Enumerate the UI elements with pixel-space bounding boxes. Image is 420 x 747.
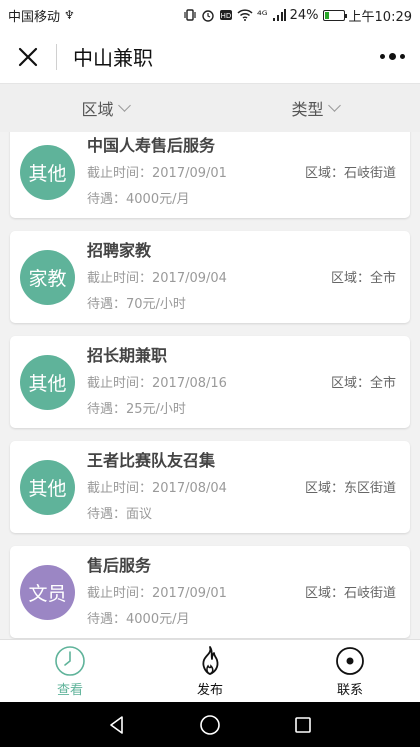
battery-icon	[322, 9, 347, 21]
area-filter-label: 区域	[81, 100, 114, 119]
job-deadline: 截止时间：2017/08/04	[87, 481, 227, 496]
page-title: 中山兼职	[73, 46, 153, 70]
job-deadline: 截止时间：2017/08/16	[87, 376, 227, 391]
home-circle-icon	[200, 714, 220, 735]
close-icon	[18, 47, 38, 66]
job-area: 区域：全市	[330, 376, 396, 391]
battery-fill	[324, 11, 329, 19]
title-divider	[56, 43, 57, 70]
job-card[interactable]: 家教 招聘家教 截止时间：2017/09/04 待遇：70元/小时 区域：全市	[10, 231, 410, 323]
svg-text:HD: HD	[221, 12, 232, 20]
tab-publish-label: 发布	[196, 682, 223, 698]
chevron-down-icon	[327, 99, 341, 112]
job-list[interactable]: 其他 中国人寿售后服务 截止时间：2017/09/01 待遇：4000元/月 区…	[0, 132, 420, 639]
tab-contact-label: 联系	[336, 682, 363, 698]
job-category-badge: 其他	[20, 355, 75, 410]
job-card[interactable]: 其他 招长期兼职 截止时间：2017/08/16 待遇：25元/小时 区域：全市	[10, 336, 410, 428]
usb-icon: ♆	[64, 8, 75, 22]
status-time: 上午10:29	[348, 9, 412, 25]
more-menu-button[interactable]	[364, 30, 420, 84]
job-category-badge: 文员	[20, 565, 75, 620]
job-deadline: 截止时间：2017/09/01	[87, 586, 227, 601]
wifi-icon	[237, 9, 253, 21]
carrier-name: 中国移动	[8, 9, 61, 25]
tab-contact[interactable]: 联系	[280, 640, 420, 702]
back-button[interactable]	[97, 705, 137, 745]
job-title: 王者比赛队友召集	[87, 451, 216, 470]
network-type: ⁴ᴳ	[256, 8, 268, 22]
job-salary: 待遇：面议	[87, 507, 153, 522]
job-list-inner: 其他 中国人寿售后服务 截止时间：2017/09/01 待遇：4000元/月 区…	[10, 132, 410, 639]
target-icon	[336, 646, 364, 675]
more-dot-icon	[399, 54, 405, 59]
recents-button[interactable]	[283, 705, 323, 745]
chevron-down-icon	[117, 99, 131, 112]
signal-icon	[272, 9, 286, 21]
filter-bar: 区域 类型	[0, 84, 420, 132]
job-salary: 待遇：25元/小时	[87, 402, 186, 417]
job-category-badge: 其他	[20, 145, 75, 200]
tab-view-label: 查看	[56, 682, 83, 698]
tab-view[interactable]: 查看	[0, 640, 140, 702]
job-salary: 待遇：4000元/月	[87, 612, 190, 627]
battery-percent: 24%	[289, 7, 319, 23]
job-salary: 待遇：4000元/月	[87, 192, 190, 207]
vibrate-icon	[184, 9, 196, 21]
hd-icon: HD	[219, 10, 232, 20]
job-area: 区域：全市	[330, 271, 396, 286]
more-dot-icon	[379, 54, 385, 59]
job-deadline: 截止时间：2017/09/04	[87, 271, 227, 286]
area-filter-dropdown[interactable]: 区域	[0, 96, 210, 120]
type-filter-label: 类型	[291, 100, 324, 119]
title-bar: 中山兼职	[0, 30, 420, 84]
job-card[interactable]: 其他 王者比赛队友召集 截止时间：2017/08/04 待遇：面议 区域：东区街…	[10, 441, 410, 533]
tab-publish[interactable]: 发布	[140, 640, 280, 702]
job-area: 区域：石岐街道	[304, 166, 396, 181]
job-category-badge: 其他	[20, 460, 75, 515]
status-right: HD ⁴ᴳ 24% 上午10:29	[183, 6, 412, 25]
job-card[interactable]: 其他 中国人寿售后服务 截止时间：2017/09/01 待遇：4000元/月 区…	[10, 132, 410, 218]
more-dot-icon	[388, 53, 396, 60]
job-deadline: 截止时间：2017/09/01	[87, 166, 227, 181]
job-title: 招聘家教	[87, 241, 152, 260]
home-button[interactable]	[190, 705, 230, 745]
status-left: 中国移动 ♆	[8, 6, 75, 25]
back-triangle-icon	[109, 715, 123, 734]
job-title: 中国人寿售后服务	[87, 136, 216, 155]
system-nav-bar	[0, 702, 420, 747]
job-title: 招长期兼职	[87, 346, 168, 365]
type-filter-dropdown[interactable]: 类型	[210, 96, 420, 120]
status-bar: 中国移动 ♆ HD ⁴ᴳ 24% 上午10:29	[0, 0, 420, 30]
clock-icon	[55, 645, 85, 676]
recents-square-icon	[295, 716, 312, 733]
job-title: 售后服务	[87, 556, 152, 575]
job-area: 区域：石岐街道	[304, 586, 396, 601]
job-salary: 待遇：70元/小时	[87, 297, 186, 312]
job-card[interactable]: 文员 售后服务 截止时间：2017/09/01 待遇：4000元/月 区域：石岐…	[10, 546, 410, 638]
flame-icon	[202, 645, 219, 675]
close-button[interactable]	[0, 30, 56, 84]
job-category-badge: 家教	[20, 250, 75, 305]
alarm-icon	[202, 10, 214, 22]
bottom-tab-bar: 查看 发布 联系	[0, 639, 420, 702]
job-area: 区域：东区街道	[304, 481, 396, 496]
